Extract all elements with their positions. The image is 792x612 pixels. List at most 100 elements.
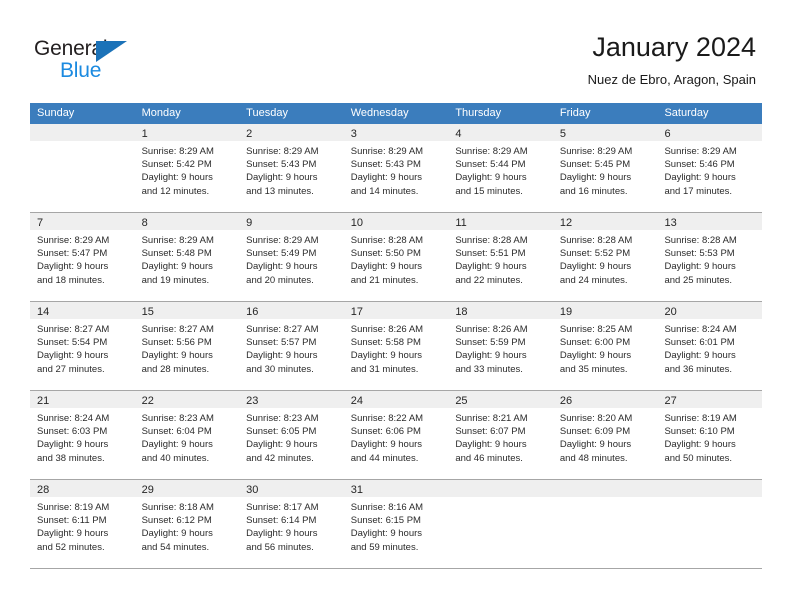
day-detail-line: and 46 minutes.: [455, 452, 523, 464]
day-detail-line: Daylight: 9 hours: [246, 350, 318, 362]
day-cell-22[interactable]: 22 Sunrise: 8:23 AM Sunset: 6:04 PM Dayligh…: [134, 391, 240, 479]
day-number: 21: [37, 395, 50, 407]
day-detail-line: Sunset: 5:50 PM: [350, 248, 421, 260]
day-detail-line: Sunset: 5:48 PM: [141, 248, 212, 260]
day-cell-27[interactable]: 27 Sunrise: 8:19 AM Sunset: 6:10 PM Dayligh…: [657, 391, 763, 479]
day-detail-line: Daylight: 9 hours: [455, 350, 527, 362]
day-cell-20[interactable]: 20 Sunrise: 8:24 AM Sunset: 6:01 PM Dayligh…: [657, 302, 763, 390]
day-details: Sunrise: 8:28 AM Sunset: 5:51 PM Daylight:…: [448, 230, 553, 287]
day-detail-line: Sunset: 5:47 PM: [37, 248, 108, 260]
weekday-header-sunday: Sunday: [37, 107, 75, 119]
day-number: 19: [559, 306, 573, 318]
day-number-band: 29: [134, 480, 240, 497]
day-cell-30[interactable]: 30 Sunrise: 8:17 AM Sunset: 6:14 PM Dayligh…: [239, 480, 344, 568]
day-detail-line: Sunset: 5:45 PM: [559, 159, 631, 171]
day-number-band: [657, 480, 763, 497]
day-number-band: 11: [448, 213, 553, 230]
day-number-band: 28: [30, 480, 135, 497]
day-number-band: 5: [552, 124, 658, 141]
day-cell-24[interactable]: 24 Sunrise: 8:22 AM Sunset: 6:06 PM Dayligh…: [343, 391, 449, 479]
day-detail-line: Sunrise: 8:26 AM: [350, 324, 424, 335]
day-number-band: 4: [448, 124, 553, 141]
day-cell-empty: [552, 480, 658, 568]
day-cell-10[interactable]: 10 Sunrise: 8:28 AM Sunset: 5:50 PM Dayligh…: [343, 213, 449, 301]
day-number-band: 7: [30, 213, 135, 230]
day-number: 14: [37, 306, 50, 318]
day-detail-line: Sunset: 6:00 PM: [559, 337, 631, 349]
day-detail-line: Sunset: 5:56 PM: [141, 337, 212, 349]
day-cell-9[interactable]: 9 Sunrise: 8:29 AM Sunset: 5:49 PM Daylight…: [239, 213, 344, 301]
day-number: 10: [350, 217, 363, 229]
day-cell-11[interactable]: 11 Sunrise: 8:28 AM Sunset: 5:51 PM Dayligh…: [448, 213, 553, 301]
day-detail-line: Sunrise: 8:28 AM: [559, 235, 633, 246]
day-detail-line: and 22 minutes.: [455, 274, 523, 286]
day-details: Sunrise: 8:28 AM Sunset: 5:50 PM Daylight:…: [344, 230, 449, 287]
weekday-header-row: Sunday Monday Tuesday Wednesday Thursday Frid…: [30, 103, 762, 124]
day-detail-line: Sunset: 5:52 PM: [559, 248, 631, 260]
day-detail-line: and 20 minutes.: [246, 274, 314, 286]
day-detail-line: Daylight: 9 hours: [350, 528, 423, 540]
day-detail-line: Sunrise: 8:19 AM: [664, 413, 737, 424]
day-number-band: 3: [343, 124, 449, 141]
day-number: 11: [455, 217, 467, 229]
day-cell-8[interactable]: 8 Sunrise: 8:29 AM Sunset: 5:48 PM Daylight…: [134, 213, 240, 301]
day-cell-23[interactable]: 23 Sunrise: 8:23 AM Sunset: 6:05 PM Dayligh…: [239, 391, 344, 479]
logo-text-blue: Blue: [60, 59, 102, 82]
day-details: Sunrise: 8:16 AM Sunset: 6:15 PM Daylight:…: [344, 497, 449, 554]
day-number: 16: [246, 306, 259, 318]
day-number-band: 15: [134, 302, 240, 319]
day-cell-12[interactable]: 12 Sunrise: 8:28 AM Sunset: 5:52 PM Dayligh…: [552, 213, 658, 301]
day-cell-28[interactable]: 28 Sunrise: 8:19 AM Sunset: 6:11 PM Dayligh…: [30, 480, 135, 568]
day-detail-line: Daylight: 9 hours: [141, 528, 213, 540]
day-number-band: 8: [134, 213, 240, 230]
day-cell-17[interactable]: 17 Sunrise: 8:26 AM Sunset: 5:58 PM Dayligh…: [343, 302, 449, 390]
day-number-band: [30, 124, 135, 141]
day-detail-line: and 14 minutes.: [350, 185, 419, 197]
day-detail-line: Daylight: 9 hours: [559, 172, 632, 184]
weekday-header-tuesday: Tuesday: [246, 107, 288, 119]
day-number: 4: [455, 128, 462, 140]
day-cell-2[interactable]: 2 Sunrise: 8:29 AM Sunset: 5:43 PM Daylight…: [239, 124, 344, 212]
day-cell-19[interactable]: 19 Sunrise: 8:25 AM Sunset: 6:00 PM Dayligh…: [552, 302, 658, 390]
day-detail-line: Sunrise: 8:29 AM: [350, 146, 424, 157]
day-number: 18: [455, 306, 468, 318]
day-detail-line: Sunset: 6:12 PM: [141, 515, 212, 527]
day-cell-15[interactable]: 15 Sunrise: 8:27 AM Sunset: 5:56 PM Dayligh…: [134, 302, 240, 390]
day-cell-25[interactable]: 25 Sunrise: 8:21 AM Sunset: 6:07 PM Dayligh…: [448, 391, 553, 479]
day-details: Sunrise: 8:25 AM Sunset: 6:00 PM Daylight:…: [553, 319, 658, 376]
day-cell-6[interactable]: 6 Sunrise: 8:29 AM Sunset: 5:46 PM Daylight…: [657, 124, 763, 212]
day-detail-line: Sunrise: 8:26 AM: [455, 324, 528, 335]
day-detail-line: Sunrise: 8:20 AM: [559, 413, 633, 424]
day-cell-3[interactable]: 3 Sunrise: 8:29 AM Sunset: 5:43 PM Daylight…: [343, 124, 449, 212]
day-cell-14[interactable]: 14 Sunrise: 8:27 AM Sunset: 5:54 PM Dayligh…: [30, 302, 135, 390]
day-number: 9: [246, 217, 253, 229]
day-detail-line: Sunrise: 8:17 AM: [246, 502, 319, 513]
day-detail-line: Sunset: 6:04 PM: [141, 426, 212, 438]
day-detail-line: Sunrise: 8:29 AM: [37, 235, 110, 246]
day-number-band: 6: [657, 124, 763, 141]
day-details: Sunrise: 8:29 AM Sunset: 5:45 PM Daylight:…: [553, 141, 658, 198]
day-number-band: 13: [657, 213, 763, 230]
day-cell-4[interactable]: 4 Sunrise: 8:29 AM Sunset: 5:44 PM Daylight…: [448, 124, 553, 212]
day-detail-line: Sunrise: 8:29 AM: [141, 235, 214, 246]
general-blue-logo[interactable]: General Blue: [34, 37, 164, 83]
day-cell-31[interactable]: 31 Sunrise: 8:16 AM Sunset: 6:15 PM Dayligh…: [343, 480, 449, 568]
day-number: 27: [664, 395, 677, 407]
day-cell-7[interactable]: 7 Sunrise: 8:29 AM Sunset: 5:47 PM Daylight…: [30, 213, 135, 301]
day-details: Sunrise: 8:29 AM Sunset: 5:46 PM Daylight:…: [657, 141, 762, 198]
day-number-band: 20: [657, 302, 763, 319]
day-details: Sunrise: 8:23 AM Sunset: 6:05 PM Daylight:…: [239, 408, 344, 465]
day-cell-16[interactable]: 16 Sunrise: 8:27 AM Sunset: 5:57 PM Dayligh…: [239, 302, 344, 390]
day-cell-1[interactable]: 1 Sunrise: 8:29 AM Sunset: 5:42 PM Daylight…: [134, 124, 240, 212]
day-details: Sunrise: 8:24 AM Sunset: 6:03 PM Daylight:…: [30, 408, 135, 465]
day-detail-line: Sunrise: 8:29 AM: [664, 146, 737, 157]
day-details: Sunrise: 8:22 AM Sunset: 6:06 PM Daylight:…: [344, 408, 449, 465]
day-cell-29[interactable]: 29 Sunrise: 8:18 AM Sunset: 6:12 PM Dayligh…: [134, 480, 240, 568]
day-cell-5[interactable]: 5 Sunrise: 8:29 AM Sunset: 5:45 PM Daylight…: [552, 124, 658, 212]
day-cell-13[interactable]: 13 Sunrise: 8:28 AM Sunset: 5:53 PM Dayligh…: [657, 213, 763, 301]
day-detail-line: Daylight: 9 hours: [455, 439, 527, 451]
day-cell-21[interactable]: 21 Sunrise: 8:24 AM Sunset: 6:03 PM Dayligh…: [30, 391, 135, 479]
day-cell-18[interactable]: 18 Sunrise: 8:26 AM Sunset: 5:59 PM Dayligh…: [448, 302, 553, 390]
day-cell-26[interactable]: 26 Sunrise: 8:20 AM Sunset: 6:09 PM Dayligh…: [552, 391, 658, 479]
day-number-band: 27: [657, 391, 763, 408]
